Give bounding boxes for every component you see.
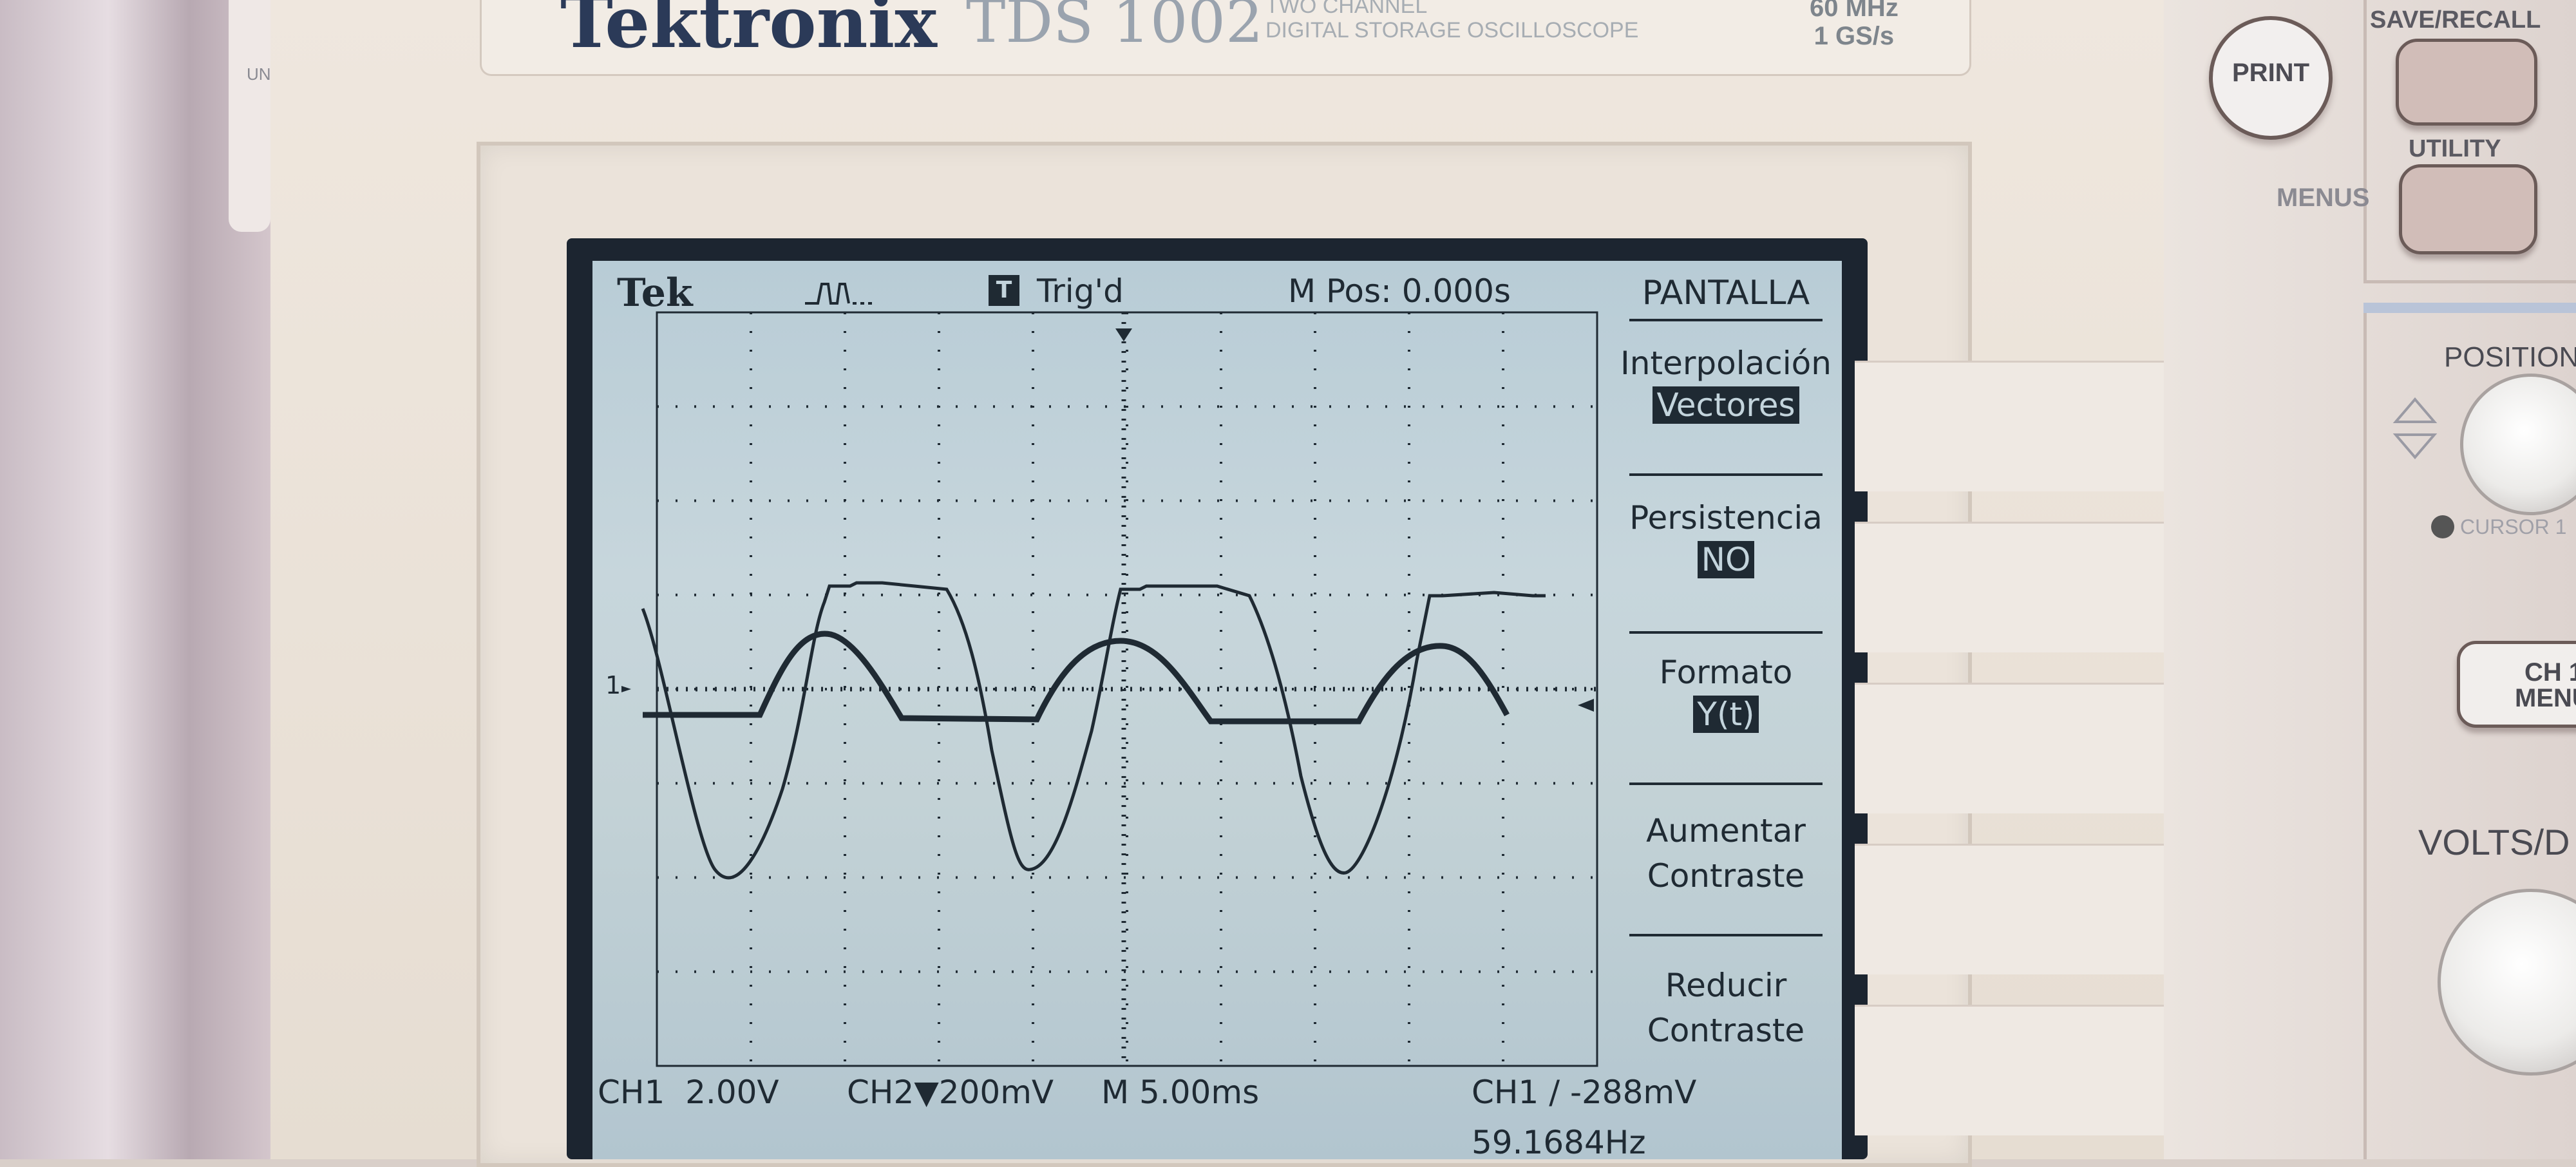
menus-label: MENUS	[2277, 184, 2370, 212]
subtitle-line-1: TWO CHANNEL	[1265, 0, 1428, 18]
reducir-contraste-label: Reducir Contraste	[1647, 967, 1805, 1049]
tek-logo: Tek	[617, 270, 693, 316]
subtitle-line-2: DIGITAL STORAGE OSCILLOSCOPE	[1265, 18, 1639, 43]
menu-separator-1	[1629, 473, 1823, 476]
menu-item-aumentar-contraste[interactable]: Aumentar Contraste	[1616, 808, 1835, 944]
vertical-group-border	[2363, 303, 2367, 1159]
specs: 60 MHz 1 GS/s	[1810, 0, 1899, 50]
ch1-menu-label-2: MENU	[2515, 684, 2576, 712]
frequency-readout: 59.1684Hz	[1472, 1124, 1646, 1159]
trigger-state: Trig'd	[1037, 272, 1124, 310]
menu-separator-2	[1629, 631, 1823, 634]
trigger-level-marker	[1578, 699, 1594, 712]
utility-button[interactable]	[2399, 164, 2537, 254]
side-rim-4	[1855, 844, 2164, 974]
spec-bandwidth: 60 MHz	[1810, 0, 1899, 22]
vertical-group-top	[2363, 303, 2576, 313]
menu-separator-4	[1629, 934, 1823, 936]
menu-item-reducir-contraste[interactable]: Reducir Contraste	[1616, 963, 1835, 1092]
left-background: UN	[0, 0, 271, 1159]
graticule-grid	[657, 312, 1597, 1066]
save-recall-button[interactable]	[2396, 39, 2537, 126]
ch2-waveform	[643, 631, 1510, 725]
utility-label: UTILITY	[2409, 135, 2501, 162]
side-rim-1	[1855, 361, 2164, 491]
volts-div-label: VOLTS/D	[2418, 822, 2570, 862]
ch1-menu-label-1: CH 1	[2524, 658, 2576, 687]
side-rim-5	[1855, 1005, 2164, 1135]
lcd-screen: 1 Tek T Trig'd M Pos: 0.000s PANTALLA In…	[592, 261, 1842, 1159]
ch1-menu-button[interactable]: CH 1 MENU	[2457, 641, 2576, 728]
formato-value: Y(t)	[1693, 696, 1759, 733]
model-subtitle: TWO CHANNEL DIGITAL STORAGE OSCILLOSCOPE	[1265, 0, 1638, 43]
menus-group-border	[2363, 0, 2367, 283]
trigger-icon-letter: T	[996, 277, 1012, 303]
side-rim-2	[1855, 522, 2164, 652]
aumentar-contraste-label: Aumentar Contraste	[1646, 812, 1806, 895]
position-arrows-icon	[2392, 396, 2438, 460]
acquire-icon	[805, 279, 876, 308]
time-scale: M 5.00ms	[1101, 1074, 1260, 1111]
menus-group-bottom	[2363, 280, 2576, 283]
persistencia-label: Persistencia	[1629, 499, 1823, 536]
ch1-waveform	[641, 581, 1546, 880]
spec-sample-rate: 1 GS/s	[1814, 22, 1895, 50]
menu-separator-3	[1629, 783, 1823, 785]
ch1-scale: CH1 2.00V	[598, 1074, 779, 1111]
menu-separator-title	[1629, 319, 1823, 321]
interpolacion-value: Vectores	[1653, 386, 1799, 424]
ch2-scale: CH2▼200mV	[847, 1074, 1054, 1111]
trigger-position-marker	[1115, 328, 1132, 341]
cursor-indicator-icon	[2431, 515, 2454, 538]
ch1-marker: 1	[605, 671, 621, 699]
formato-label: Formato	[1659, 654, 1793, 691]
menu-item-formato[interactable]: Formato Y(t)	[1616, 654, 1835, 789]
left-strip-label: UN	[247, 64, 271, 84]
persistencia-value: NO	[1697, 541, 1755, 578]
m-position: M Pos: 0.000s	[1288, 272, 1511, 310]
trigger-source: CH1 ∕ -288mV	[1472, 1074, 1697, 1111]
menu-item-persistencia[interactable]: Persistencia NO	[1616, 499, 1835, 634]
left-panel-strip: UN	[229, 0, 271, 232]
cursor-label: CURSOR 1	[2460, 515, 2567, 538]
menu-item-interpolacion[interactable]: Interpolación Vectores	[1616, 345, 1835, 480]
model-name: TDS 1002	[966, 0, 1264, 56]
print-button[interactable]: PRINT	[2209, 16, 2333, 140]
print-label: PRINT	[2232, 59, 2309, 87]
position-label: POSITION	[2444, 341, 2576, 373]
interpolacion-label: Interpolación	[1620, 345, 1832, 382]
pantalla-menu: PANTALLA Interpolación Vectores Persiste…	[1616, 267, 1835, 1079]
brand-name: Tektronix	[560, 0, 937, 64]
save-recall-label: SAVE/RECALL	[2370, 6, 2541, 33]
side-rim-3	[1855, 683, 2164, 813]
ch1-ground-marker: 1	[605, 671, 631, 699]
menu-title: PANTALLA	[1642, 274, 1810, 312]
trigger-icon: T	[989, 275, 1019, 306]
